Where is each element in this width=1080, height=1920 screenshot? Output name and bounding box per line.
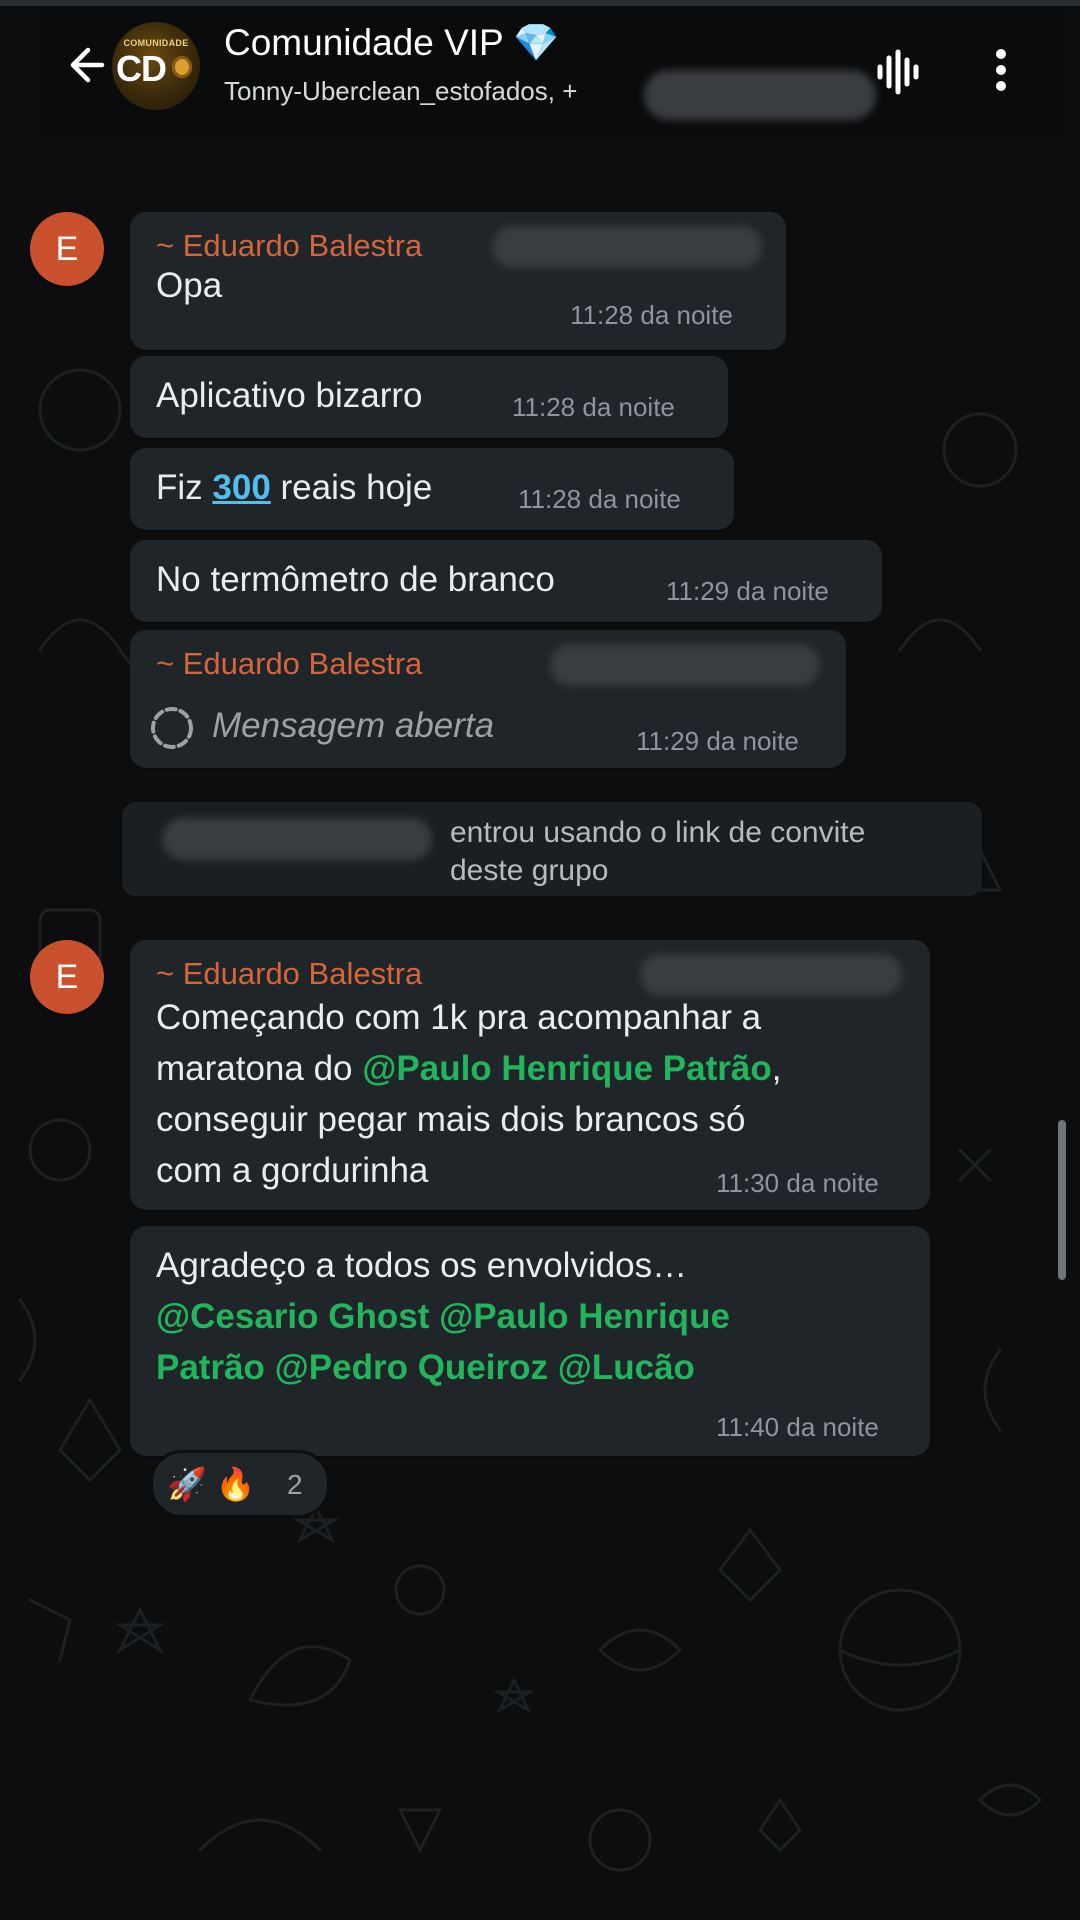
sender-avatar[interactable]: E (30, 940, 104, 1014)
message-text: Opa (156, 266, 223, 305)
group-avatar-small-text: COMUNIDADE (123, 38, 189, 48)
sender-name[interactable]: ~ Eduardo Balestra (156, 646, 422, 682)
message-text-line2: maratona do @Paulo Henrique Patrão, (156, 1043, 781, 1094)
chat-area[interactable]: E ~ Eduardo Balestra Opa 11:28 da noite … (0, 150, 1080, 1920)
group-avatar-big-text: CD (116, 48, 167, 89)
mention-links-line1[interactable]: @Cesario Ghost @Paulo Henrique (156, 1291, 730, 1342)
scrollbar[interactable] (1058, 1120, 1066, 1280)
message-bubble[interactable]: No termômetro de branco 11:29 da noite (130, 540, 882, 622)
system-notice: entrou usando o link de convite deste gr… (122, 802, 982, 896)
sender-name[interactable]: ~ Eduardo Balestra (156, 228, 422, 264)
redacted-user (162, 818, 432, 860)
system-notice-line1: entrou usando o link de convite (450, 816, 866, 849)
message-text-line3: conseguir pegar mais dois brancos só (156, 1100, 746, 1139)
message-text-start: Fiz (156, 468, 213, 507)
message-text: Mensagem aberta (212, 706, 495, 745)
reaction-emojis: 🚀 🔥 (167, 1466, 256, 1502)
message-text-line2-start: maratona do (156, 1049, 363, 1088)
message-bubble[interactable]: ~ Eduardo Balestra Mensagem aberta 11:29… (130, 630, 846, 768)
message-text-line4: com a gordurinha (156, 1151, 429, 1190)
message-text: No termômetro de branco (156, 560, 555, 599)
mention-link[interactable]: @Paulo Henrique Patrão (362, 1049, 772, 1088)
system-notice-line2: deste grupo (450, 854, 609, 887)
message-text: Fiz 300 reais hoje (156, 462, 432, 513)
message-time: 11:30 da noite (716, 1168, 879, 1198)
redacted-members (644, 70, 876, 120)
view-once-icon (151, 707, 193, 749)
message-bubble[interactable]: Aplicativo bizarro 11:28 da noite (130, 356, 728, 438)
sender-avatar[interactable]: E (30, 212, 104, 286)
more-options-icon[interactable] (992, 46, 1010, 94)
message-text-line1: Agradeço a todos os envolvidos… (156, 1246, 688, 1285)
message-bubble[interactable]: Fiz 300 reais hoje 11:28 da noite (130, 448, 734, 530)
message-time: 11:28 da noite (512, 392, 675, 422)
group-members-subtitle[interactable]: Tonny-Uberclean_estofados, + (224, 76, 577, 107)
message-bubble[interactable]: ~ Eduardo Balestra Começando com 1k pra … (130, 940, 930, 1210)
message-time: 11:29 da noite (666, 576, 829, 606)
number-link[interactable]: 300 (212, 468, 270, 507)
message-text-line2-end: , (771, 1049, 782, 1088)
message-bubble[interactable]: Agradeço a todos os envolvidos… @Cesario… (130, 1226, 930, 1456)
message-text-end: reais hoje (270, 468, 433, 507)
lion-logo-icon (172, 56, 192, 78)
voice-chat-icon[interactable] (874, 48, 922, 96)
reaction-count: 2 (287, 1469, 303, 1500)
message-bubble[interactable]: ~ Eduardo Balestra Opa 11:28 da noite (130, 212, 786, 350)
group-avatar[interactable]: COMUNIDADE CD (112, 22, 200, 110)
message-time: 11:28 da noite (570, 300, 733, 330)
message-time: 11:40 da noite (716, 1412, 879, 1442)
message-text-line1: Começando com 1k pra acompanhar a (156, 998, 762, 1037)
redacted-phone (550, 644, 820, 686)
message-text: Aplicativo bizarro (156, 376, 423, 415)
chat-header: COMUNIDADE CD Comunidade VIP 💎 Tonny-Ube… (44, 8, 1060, 136)
redacted-phone (640, 954, 902, 996)
sender-name[interactable]: ~ Eduardo Balestra (156, 956, 422, 992)
message-time: 11:29 da noite (636, 726, 799, 756)
mention-links-line2[interactable]: Patrão @Pedro Queiroz @Lucão (156, 1342, 695, 1393)
back-arrow-icon[interactable] (62, 38, 116, 92)
status-strip (0, 0, 1080, 6)
redacted-phone (492, 226, 762, 268)
reactions-pill[interactable]: 🚀 🔥 2 (150, 1450, 330, 1518)
group-title[interactable]: Comunidade VIP 💎 (224, 22, 559, 65)
message-time: 11:28 da noite (518, 484, 681, 514)
